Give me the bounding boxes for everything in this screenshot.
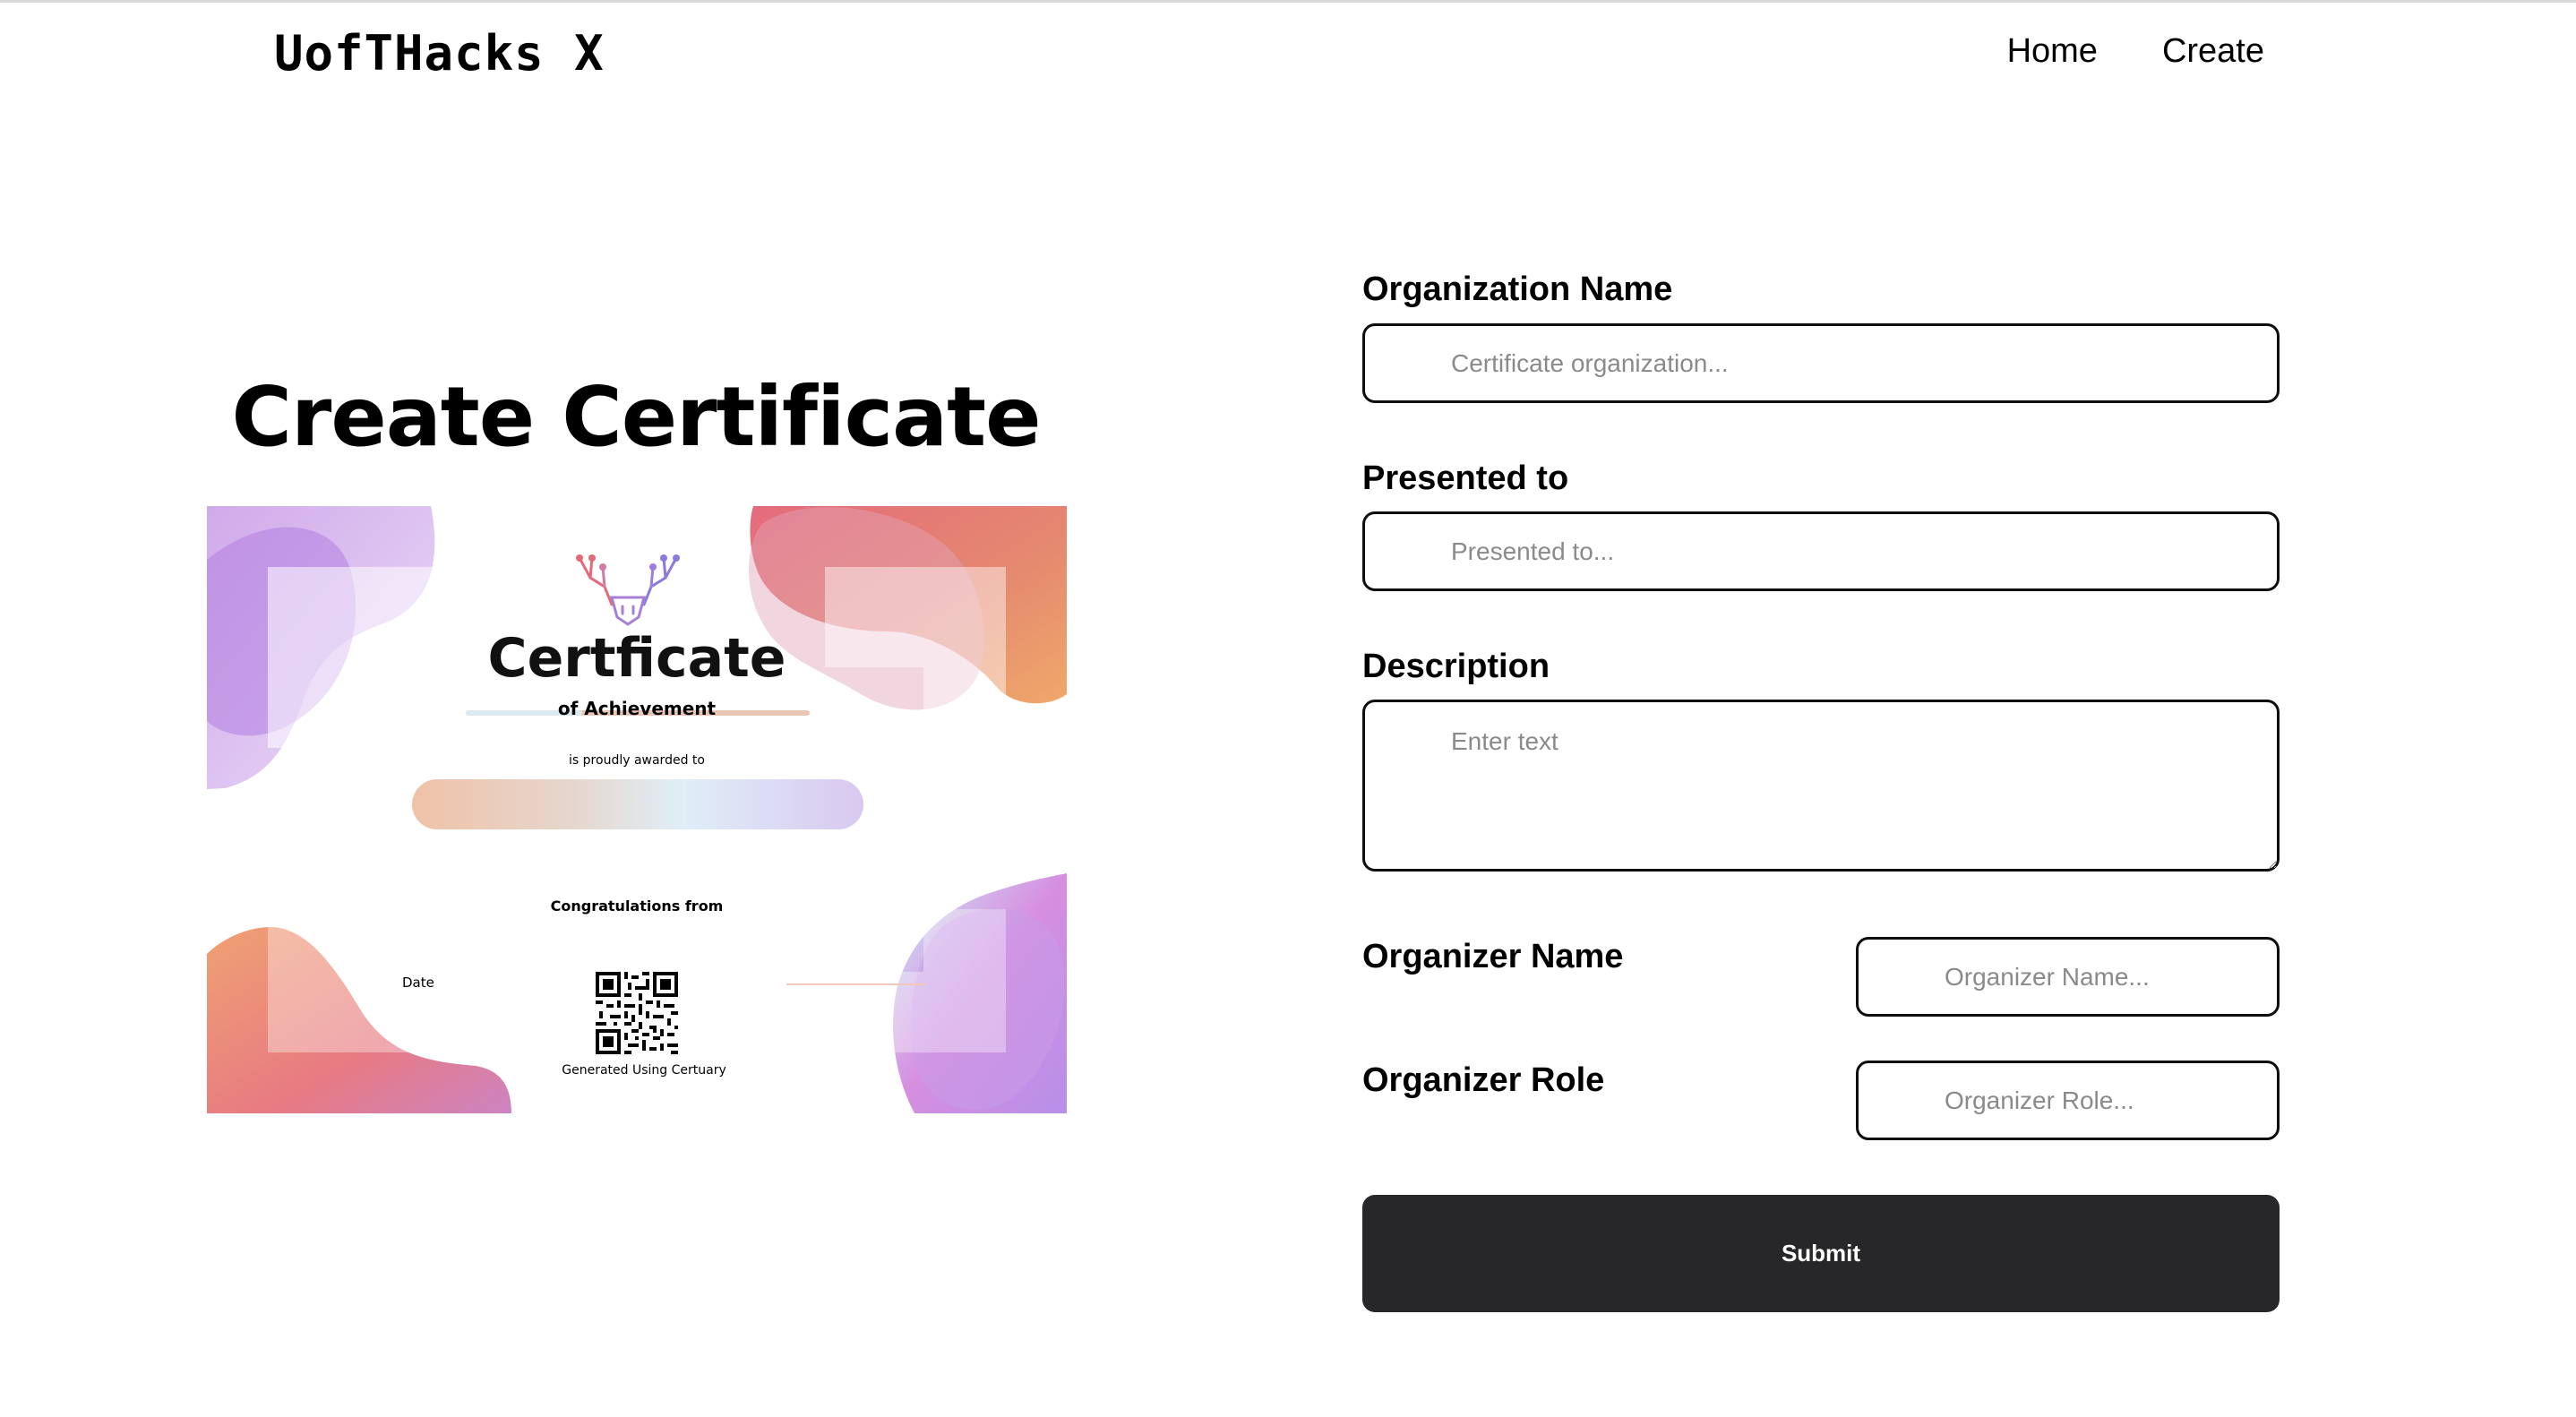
organizer-role-label: Organizer Role xyxy=(1362,1061,1605,1099)
presented-to-label: Presented to xyxy=(1362,459,1569,497)
qr-code-icon xyxy=(596,972,678,1054)
certificate-congrats-text: Congratulations from xyxy=(550,897,724,915)
main-nav: Home Create xyxy=(2007,32,2264,71)
certificate-generated-text: Generated Using Certuary xyxy=(562,1063,726,1078)
nav-home-link[interactable]: Home xyxy=(2007,32,2098,71)
site-logo[interactable]: UofTHacks X xyxy=(274,25,605,82)
nav-create-link[interactable]: Create xyxy=(2162,32,2264,71)
org-name-input[interactable] xyxy=(1362,323,2280,403)
recipient-name-placeholder xyxy=(412,779,863,829)
description-textarea[interactable] xyxy=(1362,700,2280,872)
description-label: Description xyxy=(1362,648,1550,685)
deer-logo-icon xyxy=(576,554,680,626)
page-title: Create Certificate xyxy=(231,369,1041,465)
organizer-role-input[interactable] xyxy=(1856,1061,2280,1140)
signature-line xyxy=(786,983,926,985)
top-border xyxy=(0,0,2576,3)
certificate-preview: Certficate of Achievement is proudly awa… xyxy=(207,506,1067,1113)
presented-to-input[interactable] xyxy=(1362,511,2280,591)
org-name-label: Organization Name xyxy=(1362,271,1673,308)
certificate-subheading: of Achievement xyxy=(557,698,717,719)
certificate-awarded-text: is proudly awarded to xyxy=(569,753,705,768)
organizer-name-input[interactable] xyxy=(1856,937,2280,1017)
organizer-name-label: Organizer Name xyxy=(1362,938,1624,975)
submit-button[interactable]: Submit xyxy=(1362,1195,2280,1312)
certificate-heading: Certficate xyxy=(487,627,786,690)
certificate-date-label: Date xyxy=(402,975,434,991)
